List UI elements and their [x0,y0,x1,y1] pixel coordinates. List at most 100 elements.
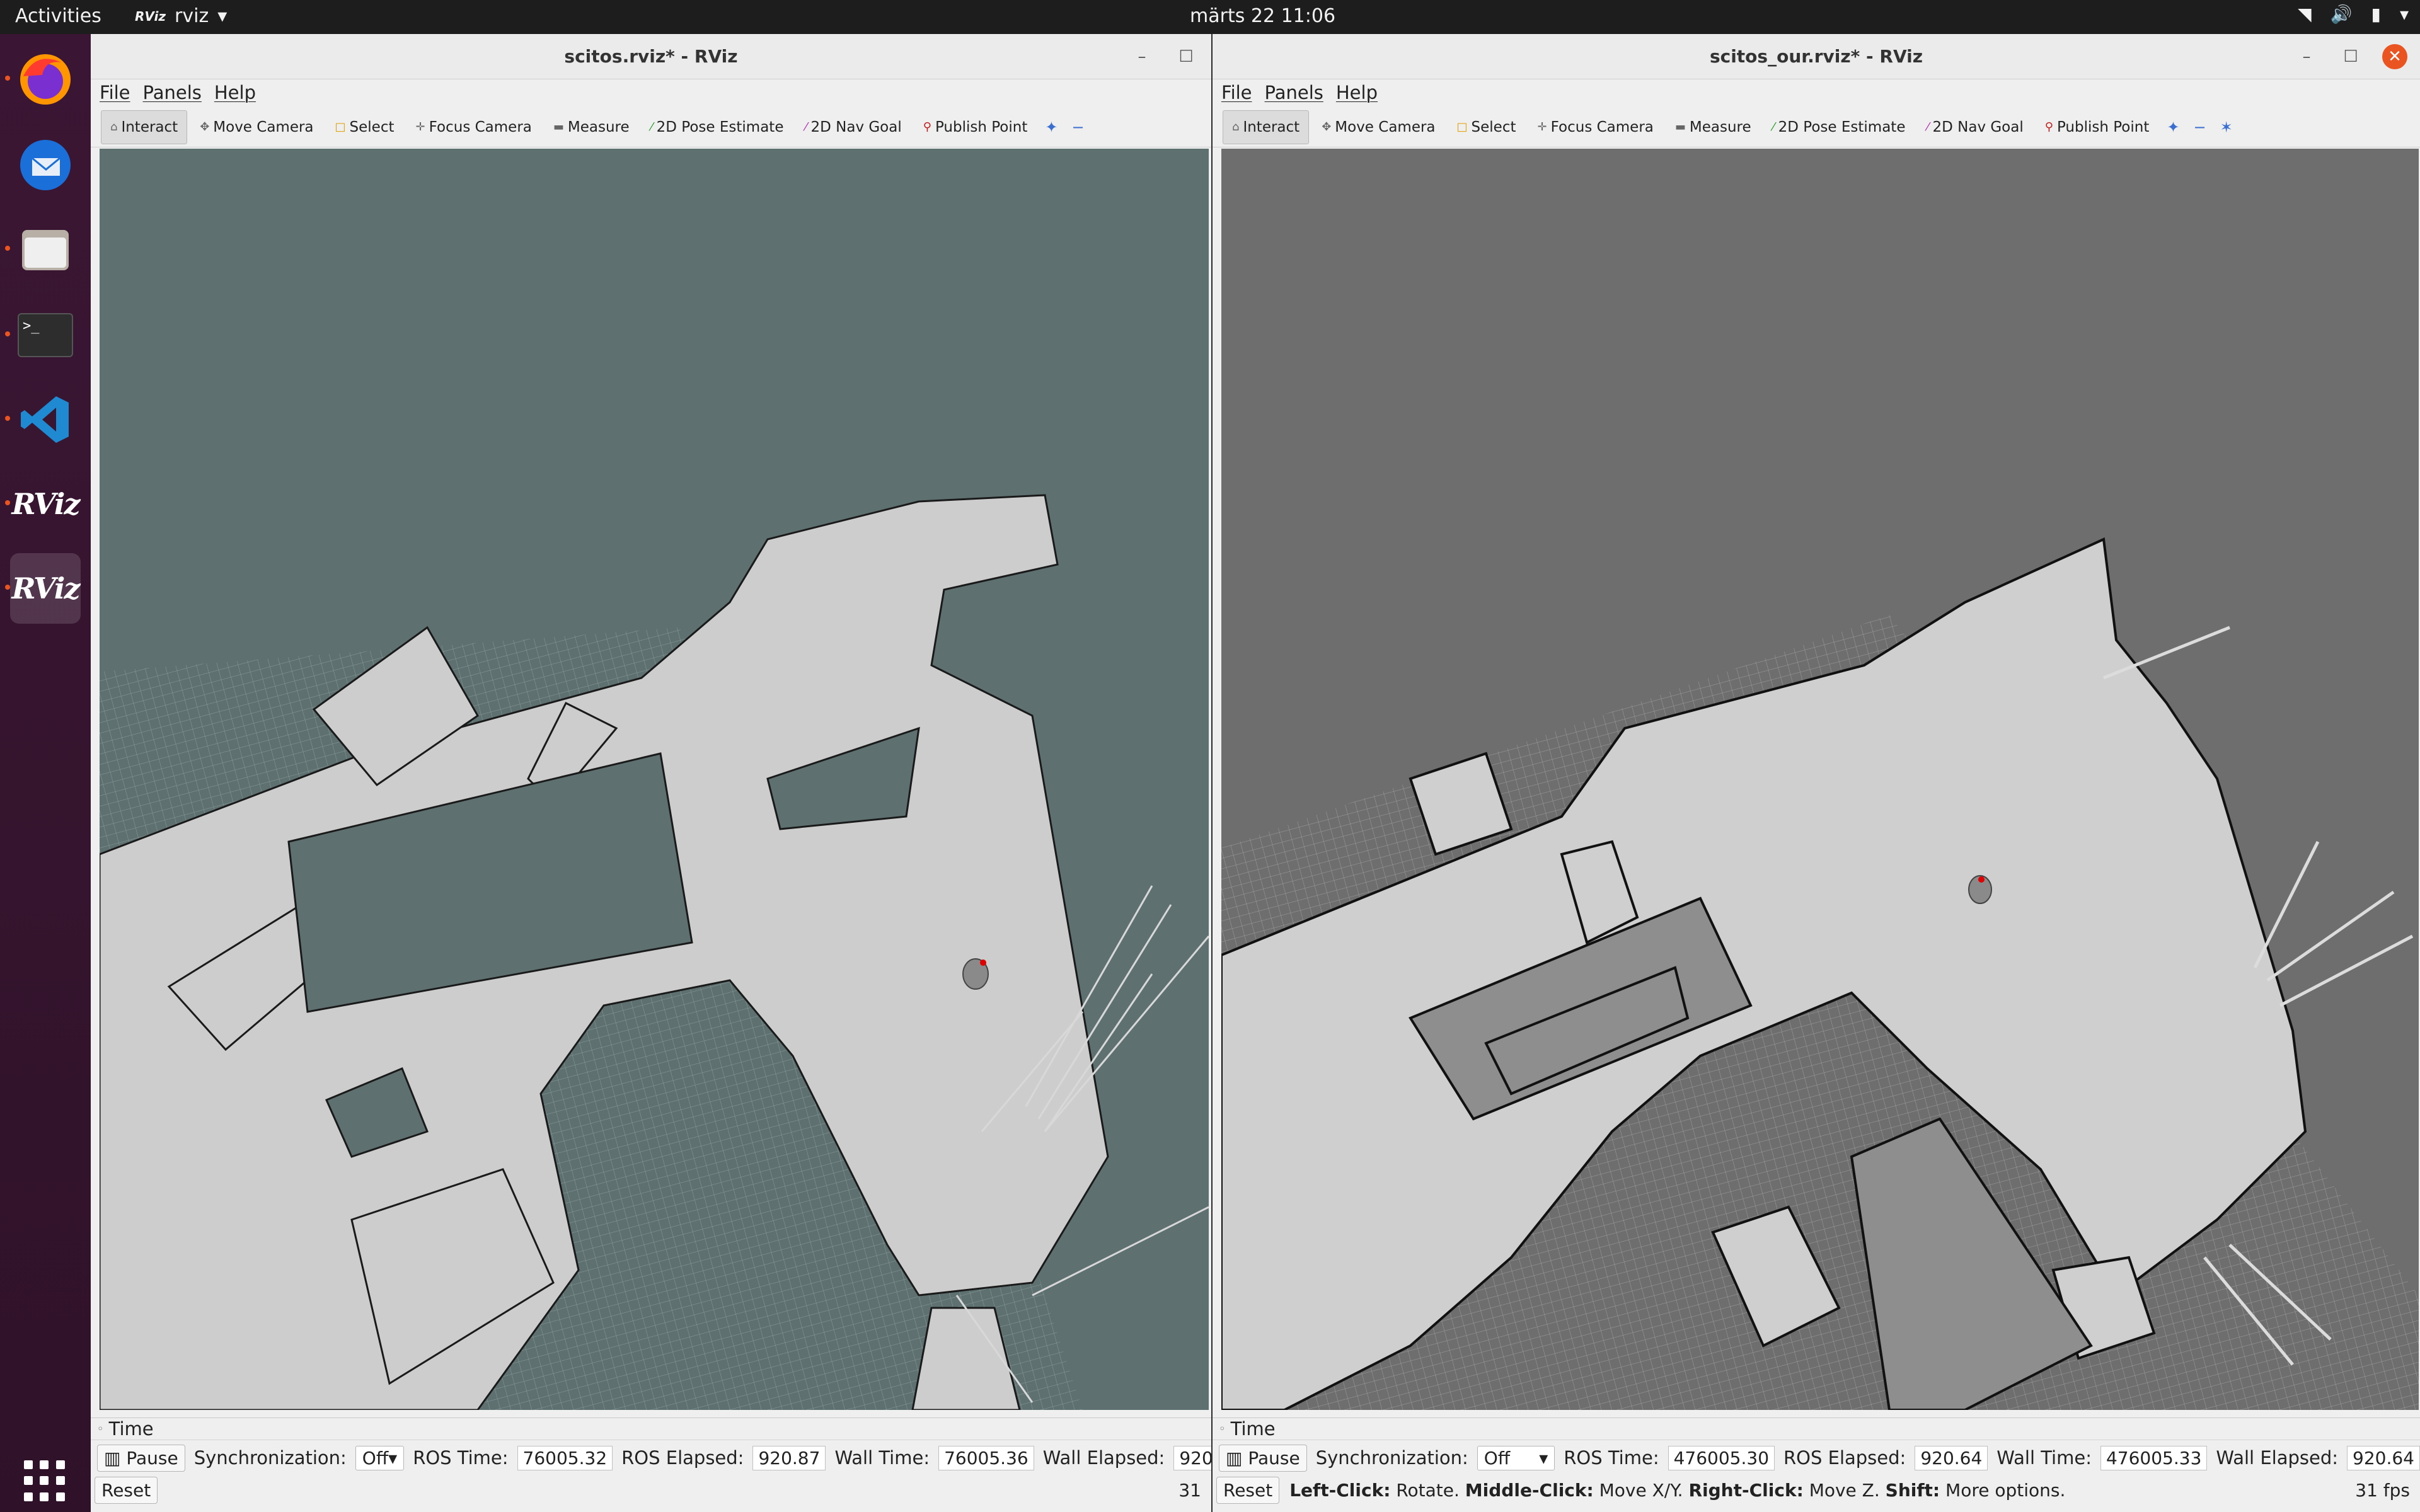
rviz-icon: RViz [11,487,80,521]
ros-time-field[interactable]: 76005.32 [517,1445,613,1470]
sync-label: Synchronization: [1315,1447,1468,1469]
tool-measure[interactable]: ▬ Measure [1666,110,1760,144]
title-bar[interactable]: scitos.rviz* - RViz – ☐ [91,34,1211,79]
chevron-down-icon: ▾ [217,5,228,27]
maximize-icon[interactable]: ☐ [1173,44,1199,69]
pose-estimate-icon: ⁄ [1772,120,1775,134]
wall-elapsed-label: Wall Elapsed: [2216,1447,2339,1469]
tool-2d-nav-goal[interactable]: ⁄ 2D Nav Goal [796,110,910,144]
wall-time-field[interactable]: 76005.36 [938,1445,1034,1470]
sync-label: Synchronization: [193,1447,347,1469]
close-icon[interactable]: ✕ [2382,44,2407,69]
tool-interact[interactable]: ⌂ Interact [101,110,188,144]
running-indicator [5,331,10,336]
wall-elapsed-field[interactable]: 920.8 [1173,1445,1211,1470]
tool-select[interactable]: □ Select [326,110,403,144]
menu-panels[interactable]: Panels [143,82,202,103]
tool-label: 2D Nav Goal [1932,118,2024,135]
menu-file[interactable]: File [1221,82,1252,103]
pause-label: Pause [1248,1447,1300,1469]
panel-collapse-icon[interactable]: ◦ [1219,1423,1226,1436]
tool-publish-point[interactable]: ⚲ Publish Point [914,110,1037,144]
activities-button[interactable]: Activities [15,5,101,27]
hint-right-action: Move Z. [1809,1479,1880,1501]
tool-focus-camera[interactable]: ✛ Focus Camera [407,110,541,144]
clock[interactable]: märts 22 11:06 [1190,5,1335,27]
dock-item-rviz-2[interactable]: RViz [5,553,81,624]
tool-interact[interactable]: ⌂ Interact [1223,110,1310,144]
wall-elapsed-field[interactable]: 920.64 [2347,1445,2420,1470]
volume-icon[interactable]: 🔊 [2331,4,2353,25]
publish-point-icon: ⚲ [923,120,931,134]
wifi-icon[interactable]: ◥ [2298,4,2312,25]
tool-label: Focus Camera [429,118,532,135]
dock-item-terminal[interactable]: >_ [5,300,81,370]
tool-2d-pose-estimate[interactable]: ⁄ 2D Pose Estimate [642,110,793,144]
remove-tool-icon[interactable]: − [1066,118,1089,136]
sync-select[interactable]: Off ▾ [1477,1445,1555,1470]
occupancy-map[interactable] [1221,149,2419,1410]
tool-focus-camera[interactable]: ✛ Focus Camera [1529,110,1662,144]
render-viewport[interactable] [100,149,1209,1410]
nav-goal-icon: ⁄ [1927,120,1929,134]
menu-file[interactable]: File [100,82,130,103]
running-indicator [5,246,10,251]
chevron-down-icon: ▾ [388,1447,398,1469]
pose-estimate-icon: ⁄ [650,120,653,134]
tool-measure[interactable]: ▬ Measure [544,110,638,144]
title-bar[interactable]: scitos_our.rviz* - RViz – ☐ ✕ [1213,34,2420,79]
tool-label: Interact [1243,118,1300,135]
app-menu[interactable]: RViz rviz ▾ [135,5,227,27]
tool-2d-nav-goal[interactable]: ⁄ 2D Nav Goal [1918,110,2032,144]
remove-tool-icon[interactable]: − [2188,118,2211,136]
menu-help[interactable]: Help [214,82,256,103]
dock-item-firefox[interactable] [5,44,81,115]
status-bar: Reset Left-Click: Rotate. Middle-Click: … [1213,1475,2420,1504]
hint-middle-click: Middle-Click: [1465,1479,1594,1501]
system-menu-icon[interactable]: ▾ [2400,4,2409,25]
minimize-icon[interactable]: – [1129,44,1155,69]
pause-button[interactable]: ▥ Pause [97,1444,185,1472]
add-tool-icon[interactable]: ✦ [1040,118,1063,136]
time-panel-title: Time [108,1418,154,1440]
wall-time-field[interactable]: 476005.33 [2100,1445,2208,1470]
tool-move-camera[interactable]: ✥ Move Camera [191,110,322,144]
dock-item-thunderbird[interactable] [10,130,81,200]
menu-panels[interactable]: Panels [1265,82,1323,103]
time-panel-header: ◦ Time [91,1418,1211,1440]
add-tool-icon[interactable]: ✦ [2162,118,2184,136]
tool-label: Focus Camera [1550,118,1654,135]
show-applications-icon[interactable] [24,1460,66,1502]
time-panel-title: Time [1230,1418,1276,1440]
reset-button[interactable]: Reset [1216,1476,1280,1504]
panel-collapse-icon[interactable]: ◦ [97,1423,104,1436]
reset-button[interactable]: Reset [95,1476,158,1504]
pause-button[interactable]: ▥ Pause [1219,1444,1307,1472]
tool-bar: ⌂ Interact ✥ Move Camera □ Select ✛ Focus Ca… [91,107,1211,147]
folder-icon [22,230,69,270]
system-tray[interactable]: ◥ 🔊 ▮ ▾ [2298,4,2409,25]
occupancy-map[interactable] [100,149,1209,1410]
interact-icon: ⌂ [1232,120,1240,134]
tool-properties-icon[interactable]: ✶ [2215,118,2238,136]
ros-time-field[interactable]: 476005.30 [1668,1445,1775,1470]
wall-time-label: Wall Time: [834,1447,930,1469]
dock-item-rviz-1[interactable]: RViz [5,469,81,539]
move-camera-icon: ✥ [200,120,210,134]
minimize-icon[interactable]: – [2294,44,2319,69]
ros-elapsed-field[interactable]: 920.87 [752,1445,826,1470]
battery-icon[interactable]: ▮ [2371,4,2381,25]
render-viewport[interactable] [1221,149,2419,1410]
tool-select[interactable]: □ Select [1448,110,1525,144]
tool-move-camera[interactable]: ✥ Move Camera [1313,110,1444,144]
maximize-icon[interactable]: ☐ [2338,44,2363,69]
menu-help[interactable]: Help [1336,82,1378,103]
robot-marker [1968,875,1992,904]
ros-elapsed-field[interactable]: 920.64 [1915,1445,1988,1470]
tool-2d-pose-estimate[interactable]: ⁄ 2D Pose Estimate [1764,110,1915,144]
sync-select[interactable]: Off ▾ [355,1445,405,1470]
tool-publish-point[interactable]: ⚲ Publish Point [2036,110,2158,144]
dock-item-vscode[interactable] [5,384,81,455]
select-icon: □ [1456,120,1468,134]
dock-item-files[interactable] [5,214,81,285]
